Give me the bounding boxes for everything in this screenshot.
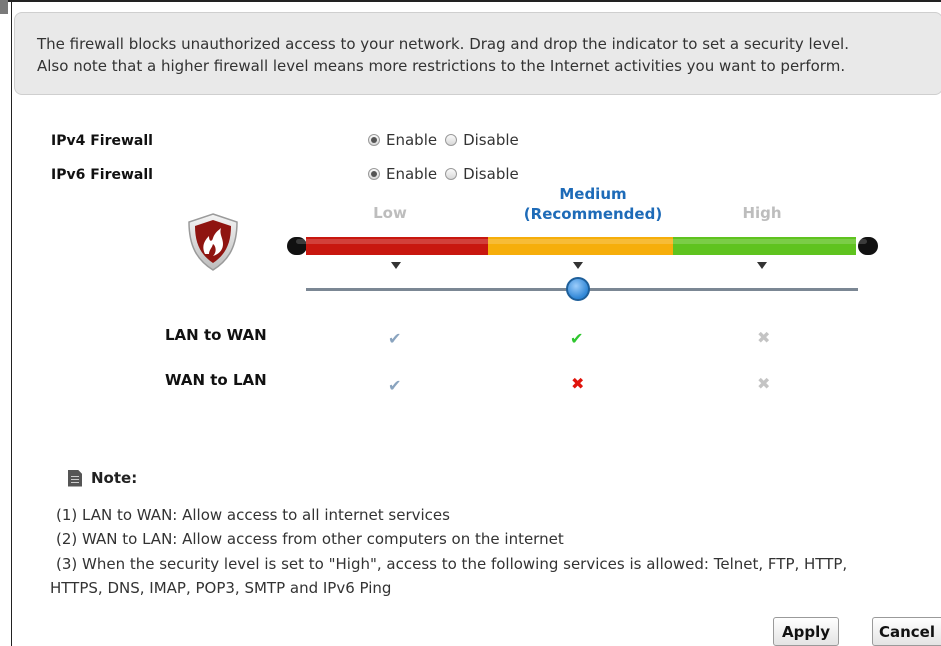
description-box: The firewall blocks unauthorized access …: [14, 12, 941, 95]
cross-icon: ✖: [757, 374, 771, 393]
window-left-border: [11, 0, 12, 646]
wan-to-lan-label: WAN to LAN: [165, 371, 267, 389]
note-line-3-continued: HTTPS, DNS, IMAP, POP3, SMTP and IPv6 Pi…: [50, 579, 392, 597]
note-title: Note:: [68, 469, 137, 487]
level-medium-title: Medium: [559, 185, 627, 203]
level-high-tick: [757, 262, 767, 269]
level-medium-tick: [573, 262, 583, 269]
firewall-shield-icon: [188, 213, 238, 271]
cross-icon: ✖: [571, 374, 585, 393]
description-line-2: Also note that a higher firewall level m…: [37, 57, 846, 75]
ipv4-disable-label[interactable]: Disable: [463, 131, 519, 149]
level-low-label: Low: [373, 204, 407, 222]
description-line-1: The firewall blocks unauthorized access …: [37, 35, 849, 53]
ipv6-enable-radio[interactable]: [368, 168, 380, 180]
check-icon: ✔: [388, 376, 402, 395]
ipv4-enable-label[interactable]: Enable: [386, 131, 437, 149]
ipv4-firewall-radio-group: Enable Disable: [368, 131, 527, 149]
note-line-1: (1) LAN to WAN: Allow access to all inte…: [56, 506, 450, 524]
level-medium-label: Medium (Recommended): [503, 184, 683, 224]
security-level-slider-handle[interactable]: [566, 277, 590, 301]
check-icon: ✔: [388, 329, 402, 348]
level-medium-subtitle: (Recommended): [523, 205, 663, 223]
document-icon: [68, 469, 82, 487]
cancel-button[interactable]: Cancel: [872, 617, 941, 646]
apply-button[interactable]: Apply: [773, 617, 839, 646]
lan-to-wan-label: LAN to WAN: [165, 326, 267, 344]
level-high-label: High: [742, 204, 782, 222]
window-top-border: [0, 0, 941, 2]
ipv4-disable-radio[interactable]: [445, 134, 458, 146]
ipv4-firewall-label: IPv4 Firewall: [51, 133, 153, 149]
level-bar-gloss: [296, 239, 867, 244]
level-low-tick: [391, 262, 401, 269]
ipv6-disable-radio[interactable]: [445, 168, 458, 180]
ipv6-firewall-label: IPv6 Firewall: [51, 167, 153, 183]
check-icon: ✔: [570, 329, 584, 348]
corner-mark: [0, 0, 8, 14]
ipv4-enable-radio[interactable]: [368, 134, 380, 146]
ipv6-disable-label[interactable]: Disable: [463, 165, 519, 183]
note-line-2: (2) WAN to LAN: Allow access from other …: [56, 530, 564, 548]
ipv6-firewall-radio-group: Enable Disable: [368, 165, 527, 183]
cross-icon: ✖: [757, 328, 771, 347]
note-title-text: Note:: [91, 469, 138, 487]
note-line-3: (3) When the security level is set to "H…: [56, 555, 848, 573]
ipv6-enable-label[interactable]: Enable: [386, 165, 437, 183]
